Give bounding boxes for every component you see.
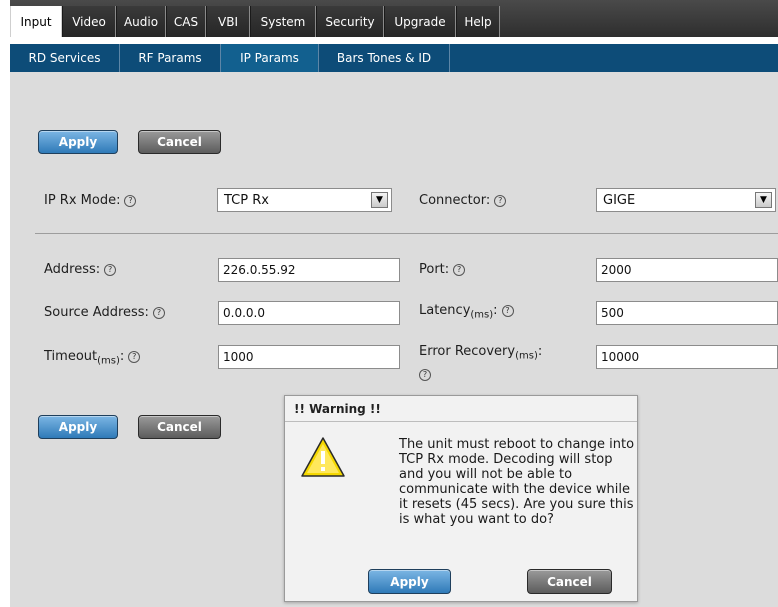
error-recovery-label-text: Error Recovery xyxy=(419,344,516,359)
address-label: Address:? xyxy=(44,262,117,277)
ip-rx-mode-value: TCP Rx xyxy=(224,192,269,208)
dialog-cancel-button[interactable]: Cancel xyxy=(527,569,612,594)
latency-suffix: : xyxy=(493,303,498,318)
error-recovery-suffix: : xyxy=(537,344,543,359)
tab-video[interactable]: Video xyxy=(62,6,116,37)
tab-vbi[interactable]: VBI xyxy=(206,6,250,37)
port-input[interactable] xyxy=(596,258,778,282)
cancel-button-top[interactable]: Cancel xyxy=(138,130,221,154)
source-address-label-text: Source Address: xyxy=(44,305,149,320)
dialog-title: !! Warning !! xyxy=(285,396,637,422)
source-address-label: Source Address:? xyxy=(44,305,165,320)
connector-value: GIGE xyxy=(603,192,636,208)
latency-label-text: Latency xyxy=(419,303,471,318)
connector-label: Connector:? xyxy=(419,193,507,208)
tab-input[interactable]: Input xyxy=(10,6,62,37)
port-label: Port:? xyxy=(419,262,466,277)
error-recovery-label: Error Recovery(ms): ? xyxy=(419,343,542,384)
help-icon[interactable]: ? xyxy=(124,195,137,207)
ip-rx-mode-label: IP Rx Mode:? xyxy=(44,193,137,208)
top-menu-left-spacer xyxy=(0,0,10,37)
apply-button-top[interactable]: Apply xyxy=(38,130,118,154)
section-divider xyxy=(35,233,778,234)
sub-menu-bar: RD Services RF Params IP Params Bars Ton… xyxy=(10,44,778,72)
subtab-rd-services[interactable]: RD Services xyxy=(10,44,120,72)
help-icon[interactable]: ? xyxy=(494,195,507,207)
dialog-message: The unit must reboot to change into TCP … xyxy=(399,437,635,527)
warning-dialog: !! Warning !! The unit must reboot to ch… xyxy=(284,395,638,602)
help-icon[interactable]: ? xyxy=(453,264,466,276)
connector-label-text: Connector: xyxy=(419,193,491,208)
error-recovery-unit: (ms) xyxy=(515,350,538,362)
help-icon[interactable]: ? xyxy=(128,351,141,363)
apply-button-bottom[interactable]: Apply xyxy=(38,415,118,439)
timeout-label-text: Timeout xyxy=(44,349,98,364)
ip-rx-mode-label-text: IP Rx Mode: xyxy=(44,193,121,208)
help-icon[interactable]: ? xyxy=(152,307,165,319)
tab-upgrade[interactable]: Upgrade xyxy=(384,6,456,37)
timeout-input[interactable] xyxy=(218,345,400,369)
address-label-text: Address: xyxy=(44,262,101,277)
latency-label: Latency(ms):? xyxy=(419,303,514,321)
help-icon[interactable]: ? xyxy=(419,368,431,381)
chevron-down-icon[interactable]: ▼ xyxy=(371,192,388,208)
chevron-down-icon[interactable]: ▼ xyxy=(755,192,772,208)
help-icon[interactable]: ? xyxy=(104,264,117,276)
tab-system[interactable]: System xyxy=(250,6,316,37)
tab-audio[interactable]: Audio xyxy=(116,6,166,37)
warning-icon xyxy=(301,437,345,477)
dialog-apply-button[interactable]: Apply xyxy=(368,569,451,594)
connector-select[interactable]: GIGE ▼ xyxy=(596,188,776,212)
cancel-button-bottom[interactable]: Cancel xyxy=(138,415,221,439)
help-icon[interactable]: ? xyxy=(501,305,514,317)
timeout-unit: (ms) xyxy=(97,355,120,367)
top-menu-bar: Input Video Audio CAS VBI System Securit… xyxy=(0,0,778,37)
subtab-bars-tones-id[interactable]: Bars Tones & ID xyxy=(319,44,450,72)
top-menu-tabs: Input Video Audio CAS VBI System Securit… xyxy=(10,6,500,37)
tab-cas[interactable]: CAS xyxy=(166,6,206,37)
ip-rx-mode-select[interactable]: TCP Rx ▼ xyxy=(217,188,392,212)
subtab-rf-params[interactable]: RF Params xyxy=(120,44,221,72)
address-input[interactable] xyxy=(218,258,400,282)
timeout-label: Timeout(ms):? xyxy=(44,349,141,367)
tab-help[interactable]: Help xyxy=(456,6,500,37)
error-recovery-input[interactable] xyxy=(596,345,778,369)
latency-unit: (ms) xyxy=(470,309,494,321)
subtab-ip-params[interactable]: IP Params xyxy=(221,44,319,72)
timeout-suffix: : xyxy=(119,349,125,364)
source-address-input[interactable] xyxy=(218,301,400,325)
tab-security[interactable]: Security xyxy=(316,6,384,37)
latency-input[interactable] xyxy=(596,301,778,325)
port-label-text: Port: xyxy=(419,262,450,277)
